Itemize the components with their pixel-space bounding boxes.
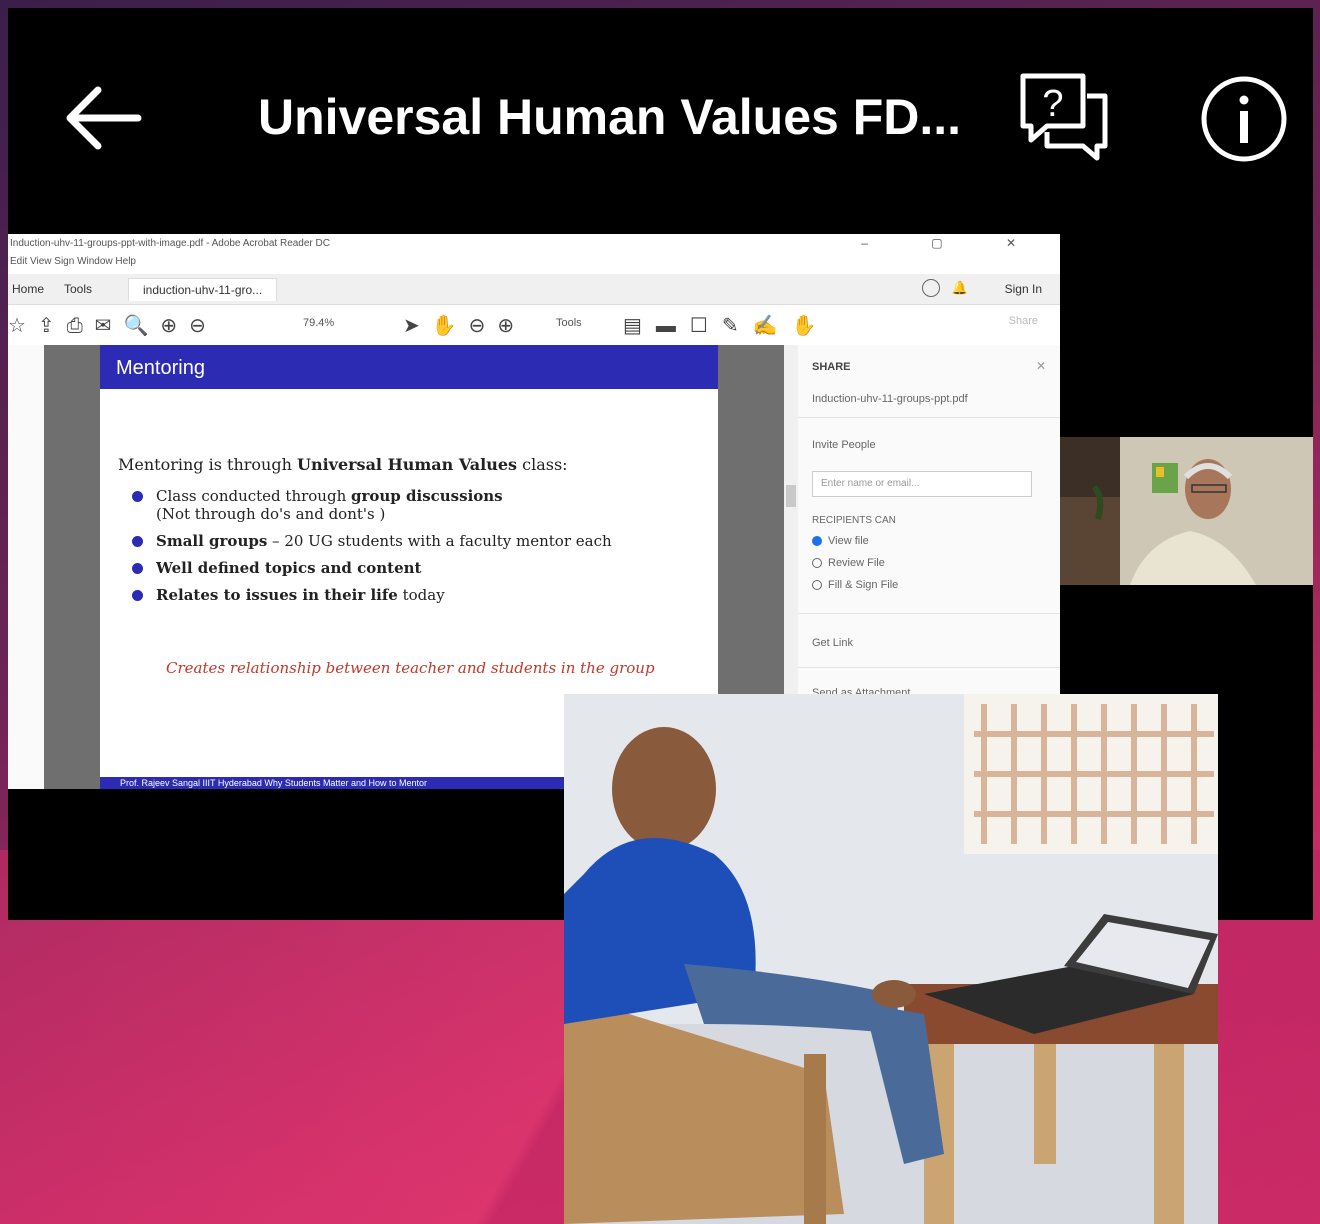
- radio-icon[interactable]: [812, 580, 822, 591]
- participant-video-image: [1060, 437, 1313, 585]
- zoom-field[interactable]: 79.4%: [303, 317, 334, 329]
- radio-selected-icon[interactable]: [812, 536, 822, 547]
- slide-intro: Mentoring is through Universal Human Val…: [118, 455, 568, 474]
- bullet-icon: [132, 563, 143, 574]
- list-item: Relates to issues in their life today: [132, 582, 612, 609]
- slide-footer: Prof. Rajeev Sangal IIIT Hyderabad Why S…: [100, 777, 640, 789]
- help-circle-icon[interactable]: [922, 279, 940, 297]
- participant-video-tile[interactable]: [1060, 437, 1313, 585]
- question-chat-icon: ?: [1020, 73, 1108, 161]
- tools-dropdown[interactable]: Tools: [556, 317, 582, 329]
- divider: [798, 613, 1060, 614]
- tab-document[interactable]: induction-uhv-11-gro...: [128, 278, 278, 301]
- slide-note: Creates relationship between teacher and…: [166, 659, 655, 677]
- get-link-item[interactable]: Get Link: [812, 637, 853, 649]
- man-at-laptop-image: [564, 694, 1218, 1224]
- invite-email-input[interactable]: Enter name or email...: [812, 471, 1032, 497]
- invite-people-label[interactable]: Invite People: [812, 439, 876, 451]
- permission-review[interactable]: Review File: [812, 557, 885, 569]
- left-navigation-rail[interactable]: [8, 345, 45, 789]
- reader-window-title: Induction-uhv-11-groups-ppt-with-image.p…: [8, 234, 1060, 256]
- participant-photo: [564, 694, 1218, 1224]
- toolbar-icons-left[interactable]: ☆⇪⎙✉🔍⊕⊖: [8, 313, 218, 338]
- share-button[interactable]: Share: [1009, 315, 1038, 327]
- info-button[interactable]: [1198, 73, 1290, 165]
- share-file-name: Induction-uhv-11-groups-ppt.pdf: [812, 393, 968, 405]
- reader-menu-bar[interactable]: Edit View Sign Window Help: [8, 256, 1060, 274]
- slide-heading: Mentoring: [100, 345, 718, 389]
- bullet-icon: [132, 590, 143, 601]
- info-icon: [1201, 76, 1287, 162]
- help-button[interactable]: ?: [1013, 68, 1113, 168]
- permission-sign[interactable]: Fill & Sign File: [812, 579, 898, 591]
- svg-text:?: ?: [1042, 83, 1063, 125]
- share-panel-heading: SHARE: [812, 361, 851, 373]
- close-icon[interactable]: ✕: [1036, 359, 1046, 373]
- bullet-icon: [132, 536, 143, 547]
- toolbar-icons-right[interactable]: ▤▬☐✎✍✋: [623, 313, 830, 338]
- list-item: Well defined topics and content: [132, 555, 612, 582]
- bell-icon[interactable]: 🔔: [952, 280, 968, 296]
- list-item: Small groups – 20 UG students with a fac…: [132, 528, 612, 555]
- reader-tab-bar: Home Tools induction-uhv-11-gro... 🔔 Sig…: [8, 274, 1060, 305]
- divider: [798, 667, 1060, 668]
- bullet-icon: [132, 491, 143, 502]
- window-controls[interactable]: – ▢ ✕: [861, 236, 1046, 250]
- radio-icon[interactable]: [812, 558, 822, 569]
- sign-in-link[interactable]: Sign In: [1005, 282, 1042, 296]
- arrow-left-icon: [66, 86, 142, 150]
- divider: [798, 417, 1060, 418]
- top-app-bar: Universal Human Values FD... ?: [8, 8, 1313, 218]
- tab-home[interactable]: Home: [12, 282, 44, 296]
- meeting-title: Universal Human Values FD...: [258, 89, 962, 145]
- reader-toolbar: ☆⇪⎙✉🔍⊕⊖ 79.4% ➤✋⊖⊕ Tools ▤▬☐✎✍✋ Share: [8, 305, 1060, 346]
- slide-bullet-list: Class conducted through group discussion…: [132, 483, 612, 609]
- recipients-label: RECIPIENTS CAN: [812, 515, 896, 526]
- toolbar-icons-nav[interactable]: ➤✋⊖⊕: [403, 313, 526, 338]
- list-item: Class conducted through group discussion…: [132, 483, 612, 510]
- scrollbar-thumb[interactable]: [786, 485, 796, 507]
- permission-view[interactable]: View file: [812, 535, 869, 547]
- tab-tools[interactable]: Tools: [64, 282, 92, 296]
- back-button[interactable]: [58, 78, 148, 158]
